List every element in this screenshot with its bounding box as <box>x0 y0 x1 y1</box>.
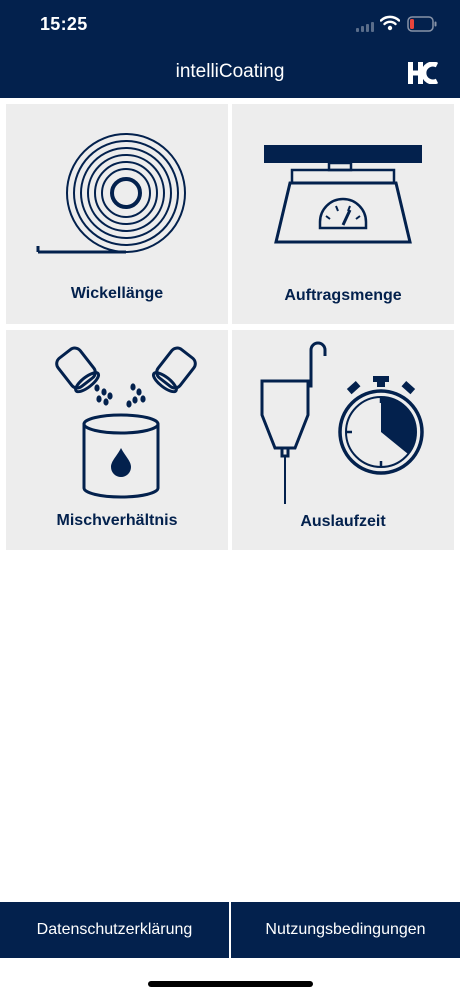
app-header: 15:25 intelliCoating <box>0 0 460 98</box>
footer-bar: Datenschutzerklärung Nutzungsbedingungen <box>0 902 460 958</box>
signal-icon <box>356 22 374 32</box>
tile-label: Mischverhältnis <box>56 512 178 529</box>
app-title: intelliCoating <box>175 61 285 82</box>
status-time: 15:25 <box>40 14 88 34</box>
tile-label: Wickellänge <box>70 285 164 302</box>
tile-auftragsmenge[interactable]: Auftragsmenge <box>232 104 454 324</box>
home-indicator[interactable] <box>148 981 313 987</box>
battery-icon <box>407 16 437 32</box>
privacy-policy-button[interactable]: Datenschutzerklärung <box>0 902 229 958</box>
tile-label: Auftragsmenge <box>284 287 402 304</box>
tile-wickellaenge[interactable]: Wickellänge <box>6 104 228 324</box>
tile-auslaufzeit[interactable]: Auslaufzeit <box>232 330 454 550</box>
hc-logo-icon <box>408 62 438 84</box>
wifi-icon <box>380 15 400 31</box>
tile-label: Auslaufzeit <box>300 513 386 530</box>
terms-of-use-button[interactable]: Nutzungsbedingungen <box>231 902 460 958</box>
tile-mischverhaeltnis[interactable]: Mischverhältnis <box>6 330 228 550</box>
